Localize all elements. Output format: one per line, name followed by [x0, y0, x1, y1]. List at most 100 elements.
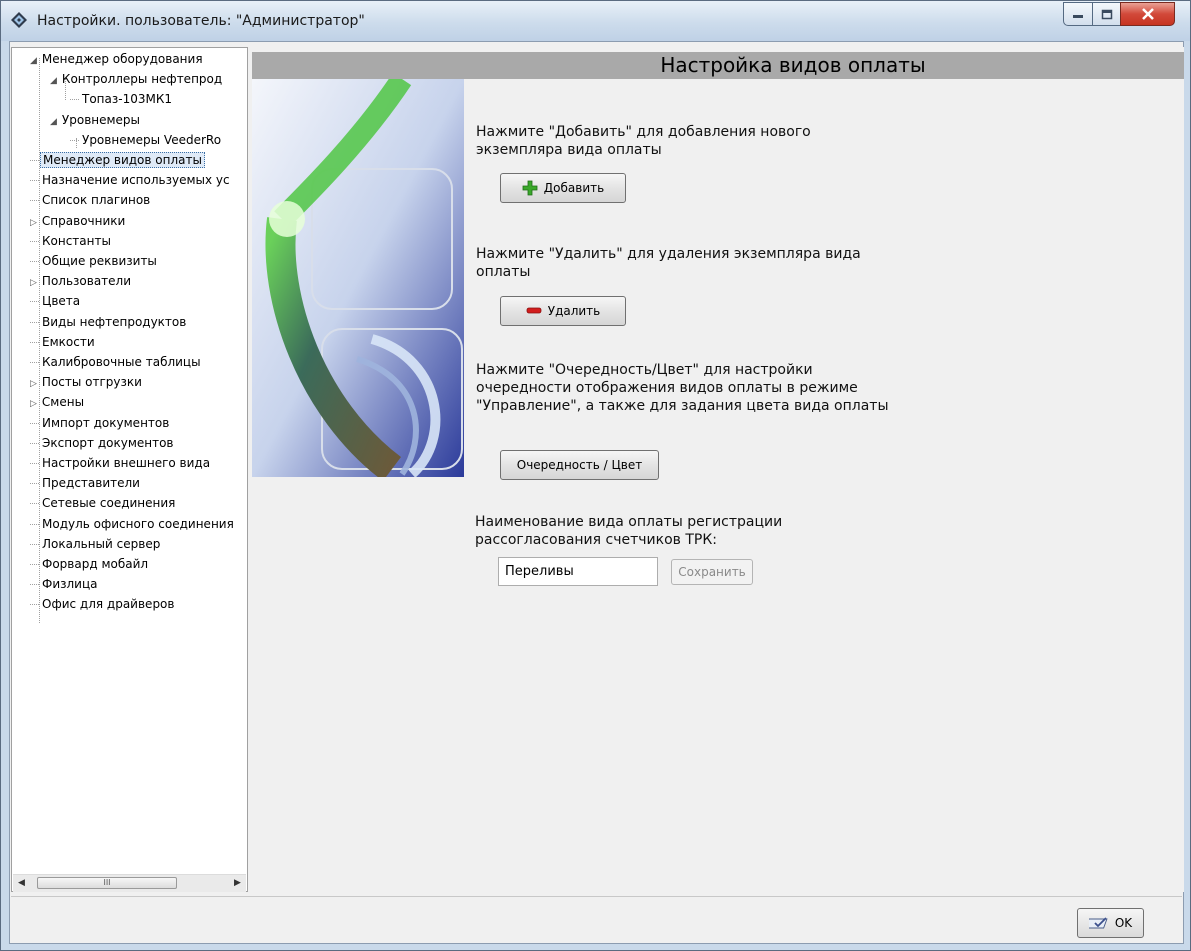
tree-item-label: Менеджер видов оплаты — [40, 152, 205, 168]
tree-item-label: Сетевые соединения — [42, 496, 176, 511]
tree-item-label: Виды нефтепродуктов — [42, 314, 187, 329]
tree-branch-line — [30, 321, 39, 323]
add-button-label: Добавить — [543, 181, 605, 195]
settings-window: Настройки. пользователь: "Администратор"… — [0, 0, 1191, 951]
window-title: Настройки. пользователь: "Администратор" — [37, 13, 365, 29]
tree-item[interactable]: Офис для драйверов — [30, 595, 176, 614]
tree-item-label: Назначение используемых ус — [42, 173, 230, 188]
tree-item-label: Экспорт документов — [42, 435, 174, 450]
tree-item[interactable]: ▷ Посты отгрузки — [30, 373, 144, 392]
tree-branch-line — [30, 200, 39, 202]
tree-item[interactable]: Уровнемеры VeederRo — [70, 131, 223, 150]
tree-item[interactable]: Локальный сервер — [30, 535, 162, 554]
tree-item[interactable]: ◢ Контроллеры нефтепрод — [50, 70, 224, 89]
maximize-button[interactable] — [1092, 2, 1121, 26]
expand-arrow-icon[interactable]: ▷ — [30, 379, 37, 389]
tree-branch-line — [30, 341, 39, 343]
tree-item-label: Константы — [42, 233, 111, 248]
tree-item[interactable]: ◢ Менеджер оборудования — [30, 50, 205, 69]
tree-branch-line — [30, 240, 39, 242]
tree-item-label: Настройки внешнего вида — [42, 456, 211, 470]
tree-item[interactable]: ▷ Смены — [30, 393, 86, 412]
tree-item[interactable]: Импорт документов — [30, 414, 171, 433]
tree-item[interactable]: Представители — [30, 474, 142, 493]
decorative-banner-image — [252, 79, 464, 477]
tree-item-label: Импорт документов — [42, 415, 170, 430]
tree-item[interactable]: ▷ Справочники — [30, 212, 127, 231]
expand-arrow-icon[interactable]: ▷ — [30, 399, 37, 409]
tree-item[interactable]: Физлица — [30, 575, 100, 594]
tree-item[interactable]: Назначение используемых ус — [30, 171, 232, 190]
tree-item-label: Посты отгрузки — [41, 375, 142, 390]
tree-item-label: Цвета — [42, 294, 81, 309]
tree-item[interactable]: Экспорт документов — [30, 434, 176, 453]
tree-item[interactable]: Список плагинов — [30, 191, 152, 210]
tree-item-label: Пользователи — [41, 274, 132, 289]
expand-arrow-icon[interactable]: ▷ — [30, 218, 37, 228]
tree-item-label: Физлица — [42, 577, 98, 592]
tree-item-label: Модуль офисного соединения — [42, 516, 234, 531]
tree-item[interactable]: Цвета — [30, 292, 82, 311]
tree-branch-line — [30, 564, 39, 565]
scroll-left-icon[interactable]: ◀ — [13, 875, 30, 892]
save-button[interactable]: Сохранить — [671, 559, 753, 585]
tree-branch-line — [30, 422, 39, 424]
tree-branch-line — [30, 442, 39, 444]
page-title: Настройка видов оплаты — [252, 52, 1184, 79]
tree-item[interactable]: Калибровочные таблицы — [30, 353, 203, 372]
tree-item[interactable]: Топаз-103МК1 — [70, 90, 174, 109]
expand-arrow-icon[interactable]: ▷ — [30, 278, 37, 288]
ok-button[interactable]: OK — [1077, 908, 1144, 938]
settings-tree[interactable]: ◢ Менеджер оборудования ◢ Контроллеры нефте… — [11, 47, 248, 892]
tree-branch-line — [30, 301, 39, 303]
scrollbar-thumb[interactable]: III — [37, 877, 177, 889]
mismatch-payment-input[interactable]: Переливы — [498, 557, 658, 586]
tree-branch-line — [30, 463, 39, 464]
tree-item-label: Общие реквизиты — [42, 254, 157, 268]
add-button[interactable]: Добавить — [500, 173, 626, 203]
tree-item[interactable]: Виды нефтепродуктов — [30, 313, 188, 332]
order-color-button-label: Очередность / Цвет — [516, 458, 643, 472]
tree-branch-line — [30, 362, 39, 363]
plus-icon — [522, 180, 538, 196]
collapse-arrow-icon[interactable]: ◢ — [50, 76, 57, 86]
bottom-bar — [11, 896, 1182, 943]
close-button[interactable] — [1120, 2, 1175, 26]
tree-item[interactable]: ▷ Пользователи — [30, 272, 133, 291]
minimize-icon — [1073, 15, 1083, 18]
maximize-icon — [1101, 9, 1112, 19]
tree-item[interactable]: Общие реквизиты — [30, 252, 159, 271]
tree-horizontal-scrollbar[interactable]: ◀ III ▶ — [13, 874, 246, 892]
save-button-label: Сохранить — [678, 565, 746, 579]
tree-item[interactable]: Константы — [30, 232, 113, 251]
order-color-button[interactable]: Очередность / Цвет — [500, 450, 659, 480]
tree-item-label: Калибровочные таблицы — [42, 355, 201, 369]
tree-branch-line — [30, 483, 39, 485]
minimize-button[interactable] — [1063, 2, 1093, 26]
tree-item[interactable]: Модуль офисного соединения — [30, 515, 236, 534]
tree-branch-line — [30, 261, 39, 262]
ok-check-icon — [1088, 917, 1108, 929]
title-bar[interactable]: Настройки. пользователь: "Администратор" — [1, 1, 1190, 41]
tree-item[interactable]: Настройки внешнего вида — [30, 454, 212, 473]
delete-button[interactable]: Удалить — [500, 296, 626, 326]
tree-item[interactable]: Менеджер видов оплаты — [30, 151, 205, 170]
tree-item-label: Форвард мобайл — [42, 557, 149, 571]
collapse-arrow-icon[interactable]: ◢ — [50, 117, 57, 127]
tree-item[interactable]: Сетевые соединения — [30, 494, 177, 513]
app-diamond-icon — [11, 12, 27, 28]
tree-branch-line — [30, 160, 39, 161]
tree-item[interactable]: Емкости — [30, 333, 97, 352]
order-instructions: Нажмите "Очередность/Цвет" для настройки… — [476, 362, 889, 414]
collapse-arrow-icon[interactable]: ◢ — [30, 56, 37, 66]
tree-item[interactable]: Форвард мобайл — [30, 555, 150, 574]
tree-branch-line — [70, 99, 79, 101]
tree-item-label: Справочники — [41, 213, 126, 228]
tree-item[interactable]: ◢ Уровнемеры — [50, 111, 142, 130]
mismatch-label: Наименование вида оплаты регистрации рас… — [475, 514, 783, 548]
tree-branch-line — [30, 180, 39, 182]
tree-item-label: Контроллеры нефтепрод — [61, 72, 223, 87]
scroll-right-icon[interactable]: ▶ — [229, 875, 246, 892]
tree-item-label: Менеджер оборудования — [41, 52, 203, 66]
tree-item-label: Локальный сервер — [42, 536, 161, 551]
